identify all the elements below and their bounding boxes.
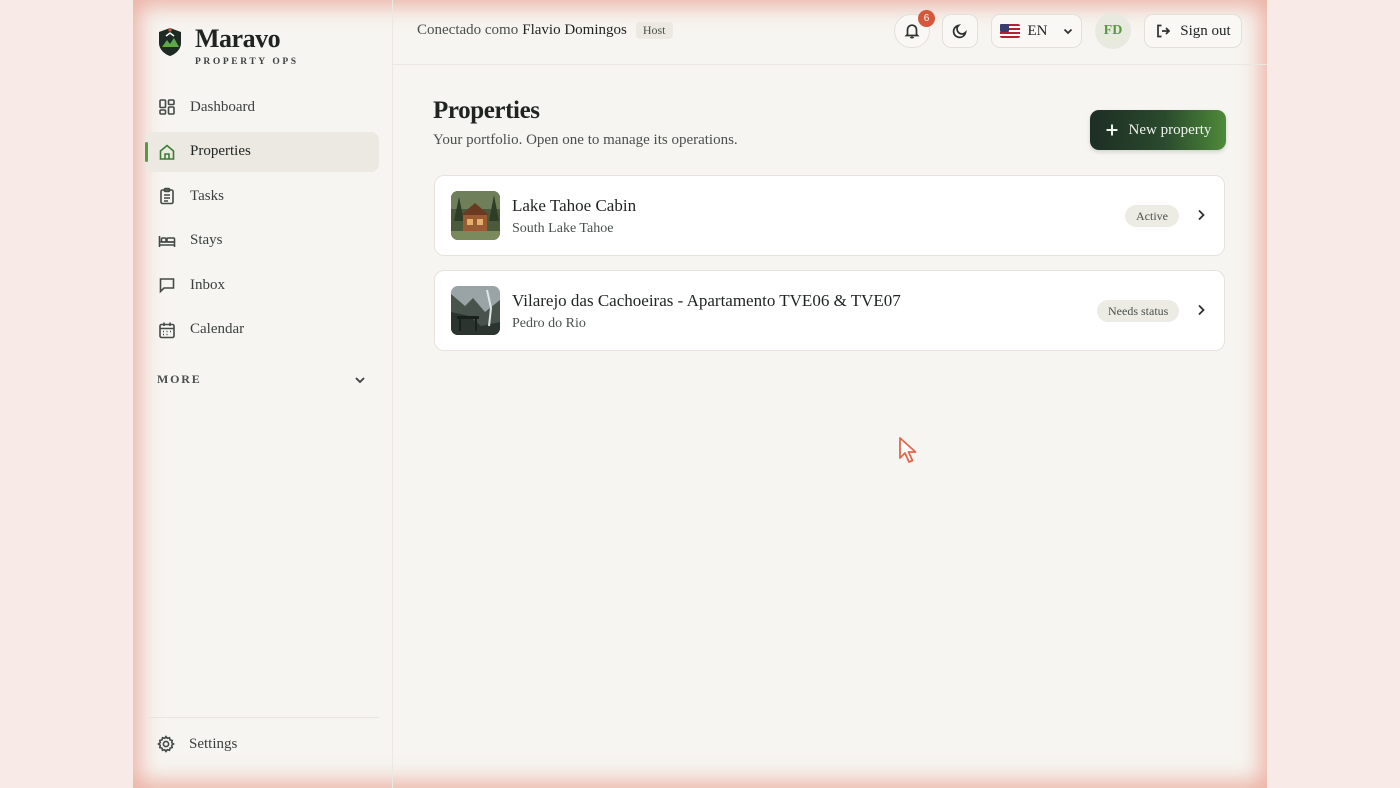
dashboard-icon [159, 99, 175, 115]
new-property-button[interactable]: New property [1090, 110, 1226, 150]
language-code: EN [1027, 22, 1048, 39]
connected-prefix: Conectado como [417, 22, 519, 38]
calendar-icon [159, 322, 175, 339]
language-selector[interactable]: EN [991, 14, 1082, 48]
sidebar-item-label: Dashboard [190, 98, 255, 115]
settings-label: Settings [189, 735, 238, 752]
notification-count-badge: 6 [918, 10, 935, 27]
sidebar-item-label: Calendar [190, 321, 245, 338]
chevron-right-icon [1198, 209, 1205, 221]
sidebar-item-calendar[interactable]: Calendar [145, 310, 379, 350]
sign-out-label: Sign out [1180, 22, 1231, 39]
chevron-down-icon [355, 376, 365, 383]
bed-icon [158, 235, 176, 247]
right-backdrop [1267, 0, 1400, 788]
us-flag-icon [999, 24, 1020, 38]
bell-icon [904, 24, 920, 39]
sidebar-item-label: Inbox [190, 276, 225, 293]
sidebar-item-dashboard[interactable]: Dashboard [145, 87, 379, 127]
gear-icon [157, 735, 175, 753]
sidebar-nav: Dashboard Properties Tasks Stays Inbox C… [145, 87, 379, 355]
more-section-toggle[interactable]: MORE [157, 372, 367, 387]
sidebar-item-label: Stays [190, 232, 223, 249]
property-thumbnail [451, 286, 500, 335]
main-content: Properties Your portfolio. Open one to m… [393, 65, 1267, 788]
property-location: Pedro do Rio [512, 316, 586, 331]
role-badge: Host [635, 22, 673, 39]
chevron-down-icon [1063, 28, 1072, 35]
logout-icon [1157, 24, 1171, 38]
left-backdrop [0, 0, 133, 788]
sign-out-button[interactable]: Sign out [1144, 14, 1242, 48]
sidebar-item-tasks[interactable]: Tasks [145, 176, 379, 216]
brand-logo[interactable]: Maravo PROPERTY OPS [157, 26, 299, 67]
plus-icon [1106, 124, 1118, 136]
brand-name: Maravo [195, 24, 281, 53]
moon-icon [952, 24, 967, 39]
sidebar-item-label: Tasks [190, 187, 224, 204]
sidebar-item-stays[interactable]: Stays [145, 221, 379, 261]
message-icon [159, 278, 175, 294]
app-window: Maravo PROPERTY OPS Dashboard Properties… [133, 0, 1267, 788]
connection-status: Conectado como Flavio Domingos Host [417, 22, 673, 39]
page-title: Properties [433, 97, 540, 124]
more-label: MORE [157, 372, 202, 386]
sidebar: Maravo PROPERTY OPS Dashboard Properties… [133, 0, 393, 788]
notifications-button[interactable]: 6 [894, 10, 935, 48]
property-name: Vilarejo das Cachoeiras - Apartamento TV… [512, 291, 901, 310]
user-avatar[interactable]: FD [1095, 13, 1131, 49]
status-badge: Needs status [1097, 300, 1180, 322]
mouse-cursor-icon [899, 437, 917, 463]
property-name: Lake Tahoe Cabin [512, 196, 637, 215]
property-card[interactable]: Vilarejo das Cachoeiras - Apartamento TV… [434, 270, 1225, 351]
property-card[interactable]: Lake Tahoe Cabin South Lake Tahoe Active [434, 175, 1225, 256]
theme-toggle-button[interactable] [942, 14, 978, 48]
clipboard-icon [160, 187, 174, 205]
property-thumbnail [451, 191, 500, 240]
new-property-label: New property [1128, 121, 1212, 138]
sidebar-divider [147, 717, 379, 718]
sidebar-item-inbox[interactable]: Inbox [145, 265, 379, 305]
sidebar-item-properties[interactable]: Properties [145, 131, 379, 172]
chevron-right-icon [1198, 304, 1205, 316]
home-icon [159, 144, 175, 160]
sidebar-item-settings[interactable]: Settings [157, 735, 237, 753]
brand-subtitle: PROPERTY OPS [195, 57, 299, 67]
top-header: Conectado como Flavio Domingos Host 6 EN… [393, 0, 1267, 65]
sidebar-item-label: Properties [190, 143, 251, 160]
page-subtitle: Your portfolio. Open one to manage its o… [433, 132, 738, 148]
property-location: South Lake Tahoe [512, 221, 614, 236]
status-badge: Active [1125, 205, 1179, 227]
user-name: Flavio Domingos [522, 22, 627, 38]
shield-logo-icon [159, 28, 181, 56]
